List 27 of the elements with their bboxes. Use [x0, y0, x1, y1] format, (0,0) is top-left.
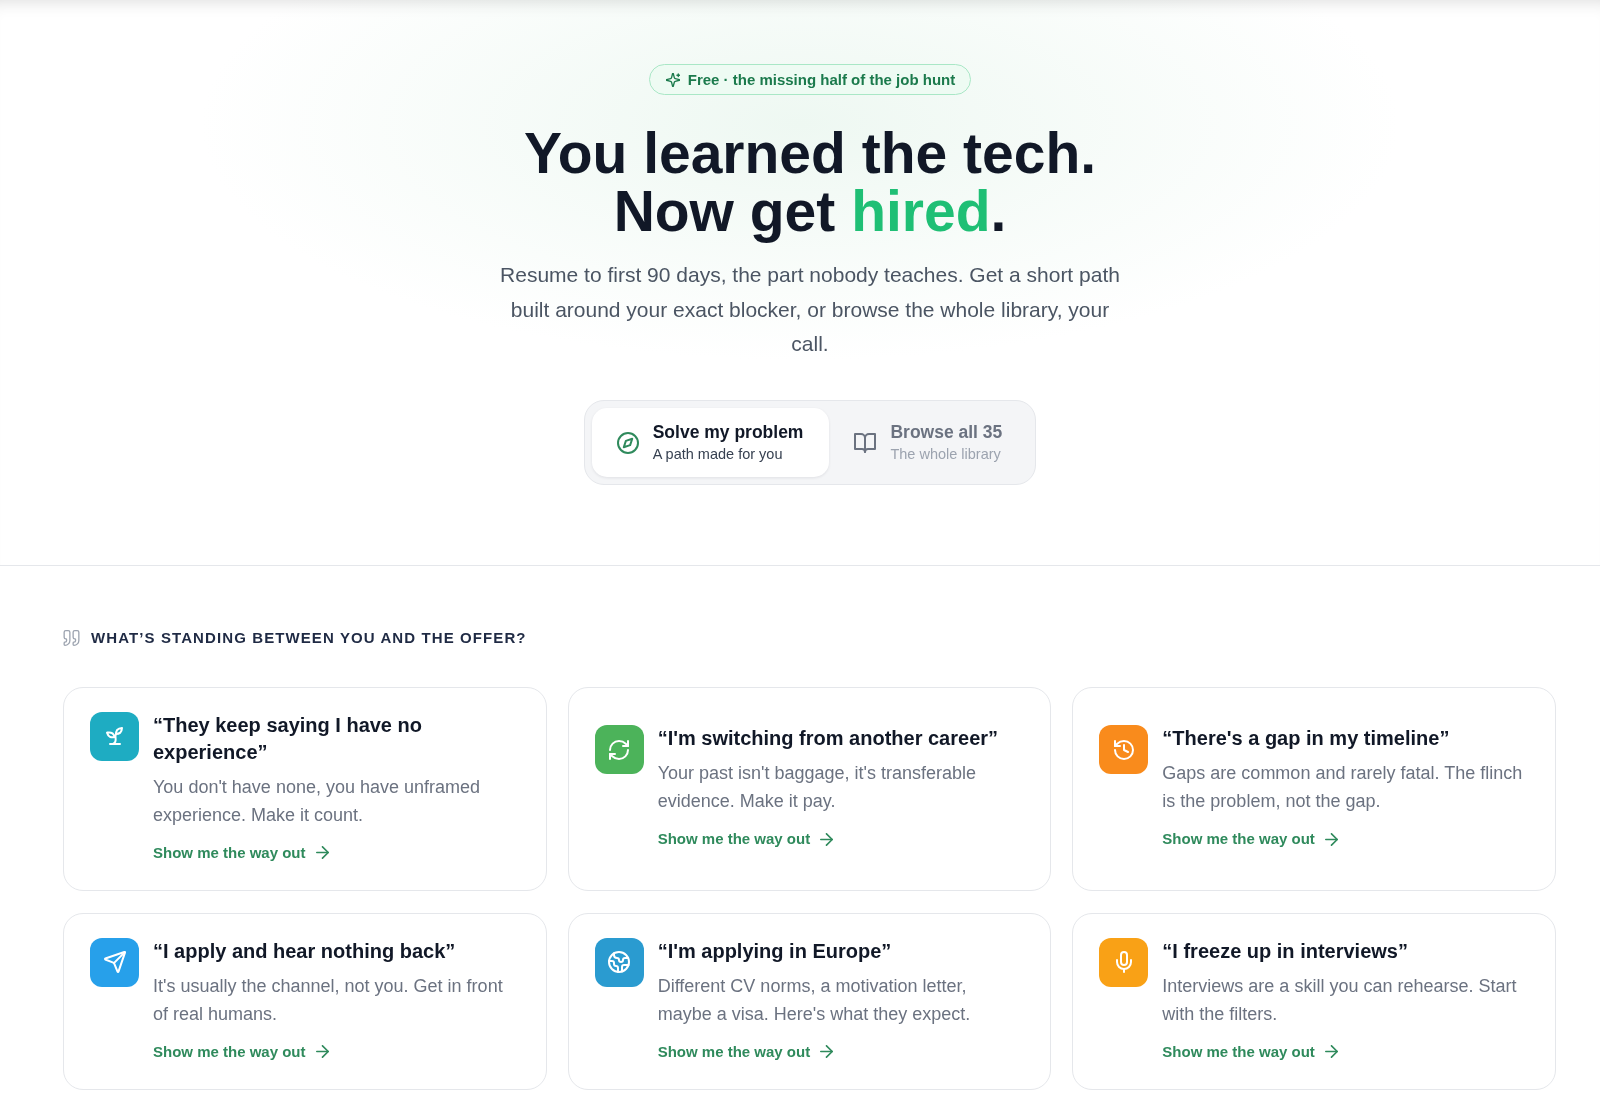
- card-title: “They keep saying I have no experience”: [153, 712, 423, 765]
- card-description: Interviews are a skill you can rehearse. Start with the filters.: [1162, 974, 1518, 1026]
- card-description: Gaps are common and rarely fatal. The flinch is the problem, not the gap.: [1162, 762, 1524, 813]
- card-title: “There's a gap in my timeline”: [1162, 726, 1451, 751]
- badge-text: Free · the missing half of the job hunt: [687, 69, 956, 90]
- quote-icon: [63, 630, 80, 646]
- compass-icon: [616, 431, 639, 454]
- card-description: Your past isn't baggage, it's transferable evidence. Make it pay.: [657, 762, 978, 813]
- card-title: “I'm applying in Europe”: [657, 938, 893, 964]
- card-title: “I'm switching from another career”: [657, 726, 1000, 751]
- card-link[interactable]: Show me the way out: [1162, 1040, 1338, 1063]
- card-title: “I freeze up in interviews”: [1162, 938, 1409, 964]
- card-link[interactable]: Show me the way out: [153, 1040, 329, 1063]
- open-book-icon: [854, 431, 877, 454]
- card-link[interactable]: Show me the way out: [657, 828, 834, 850]
- card-link[interactable]: Show me the way out: [1162, 828, 1338, 850]
- card-description: You don't have none, you have unframed experience. Make it count.: [153, 775, 482, 827]
- section-heading: WHAT’S STANDING BETWEEN YOU AND THE OFFER?: [91, 628, 527, 648]
- mode-tab[interactable]: Solve my problem A path made for you: [591, 408, 830, 477]
- intro-text: Resume to first 90 days, the part nobody teaches. Get a short path built around your exact blocker, or browse the whole library, your call.: [499, 262, 1121, 357]
- card-description: Different CV norms, a motivation letter, maybe a visa. Here's what they expect.: [657, 974, 972, 1026]
- card-description: It's usually the channel, not you. Get in front of real humans.: [153, 974, 504, 1026]
- card-link[interactable]: Show me the way out: [153, 841, 329, 864]
- card-link[interactable]: Show me the way out: [657, 1040, 834, 1063]
- sparkle-icon: [665, 72, 680, 87]
- card-title: “I apply and hear nothing back”: [153, 938, 457, 964]
- mode-tab[interactable]: Browse all 35 The whole library: [829, 408, 1029, 477]
